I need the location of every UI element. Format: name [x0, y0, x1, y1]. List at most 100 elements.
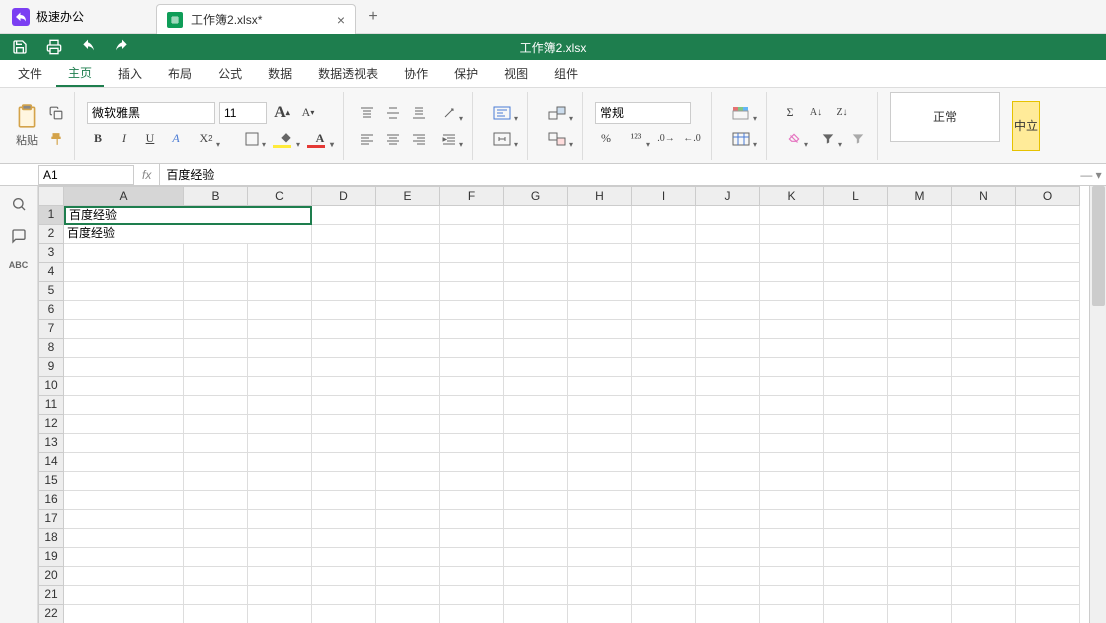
new-tab-button[interactable]: +: [356, 0, 390, 33]
row-header[interactable]: 2: [38, 225, 64, 244]
cell[interactable]: [632, 510, 696, 529]
cell[interactable]: [248, 510, 312, 529]
paste-button[interactable]: 粘贴: [14, 104, 40, 148]
cell[interactable]: [824, 510, 888, 529]
cell[interactable]: [632, 244, 696, 263]
cell[interactable]: [888, 282, 952, 301]
col-header[interactable]: K: [760, 186, 824, 206]
cell[interactable]: [504, 605, 568, 623]
cell[interactable]: [696, 339, 760, 358]
decrease-decimal-icon[interactable]: ←.0: [681, 128, 703, 150]
cell[interactable]: [1016, 415, 1080, 434]
cell[interactable]: [568, 377, 632, 396]
cell[interactable]: [760, 358, 824, 377]
cell[interactable]: [824, 339, 888, 358]
cell[interactable]: [440, 358, 504, 377]
ribbon-tab-0[interactable]: 文件: [6, 61, 54, 86]
cell[interactable]: [248, 567, 312, 586]
insert-cells-icon[interactable]: [540, 102, 574, 124]
col-header[interactable]: I: [632, 186, 696, 206]
cell[interactable]: [184, 567, 248, 586]
col-header[interactable]: G: [504, 186, 568, 206]
cell[interactable]: [440, 225, 504, 244]
cell[interactable]: [760, 415, 824, 434]
cell[interactable]: [888, 434, 952, 453]
cell[interactable]: [64, 567, 184, 586]
increase-decimal-icon[interactable]: .0→: [655, 128, 677, 150]
cell[interactable]: [760, 472, 824, 491]
bold-button[interactable]: B: [87, 128, 109, 150]
row-header[interactable]: 3: [38, 244, 64, 263]
cell[interactable]: [888, 396, 952, 415]
font-size-select[interactable]: [219, 102, 267, 124]
cell[interactable]: [568, 358, 632, 377]
style-neutral[interactable]: 中立: [1012, 101, 1040, 151]
cell[interactable]: [1016, 491, 1080, 510]
cell[interactable]: [888, 548, 952, 567]
cell[interactable]: [504, 377, 568, 396]
col-header[interactable]: A: [64, 186, 184, 206]
cell[interactable]: [440, 339, 504, 358]
cell[interactable]: [376, 415, 440, 434]
cell[interactable]: [760, 396, 824, 415]
cell[interactable]: [632, 358, 696, 377]
cell[interactable]: [632, 301, 696, 320]
cell[interactable]: [888, 453, 952, 472]
cell[interactable]: [632, 434, 696, 453]
cell[interactable]: [184, 472, 248, 491]
cell[interactable]: [632, 529, 696, 548]
cell[interactable]: [632, 396, 696, 415]
border-button[interactable]: [237, 128, 267, 150]
cell[interactable]: [824, 453, 888, 472]
cell[interactable]: [184, 339, 248, 358]
cell[interactable]: [376, 491, 440, 510]
cell[interactable]: [1016, 548, 1080, 567]
cell[interactable]: [760, 377, 824, 396]
cell[interactable]: [64, 586, 184, 605]
cell[interactable]: [440, 510, 504, 529]
cell[interactable]: [888, 244, 952, 263]
cell[interactable]: [632, 225, 696, 244]
font-color-button[interactable]: A: [305, 128, 335, 150]
cell[interactable]: [64, 339, 184, 358]
cell[interactable]: [568, 567, 632, 586]
cell[interactable]: [824, 472, 888, 491]
cell[interactable]: [440, 301, 504, 320]
cell[interactable]: [1016, 377, 1080, 396]
align-center-icon[interactable]: [382, 128, 404, 150]
cell[interactable]: [64, 301, 184, 320]
delete-cells-icon[interactable]: [540, 128, 574, 150]
cell[interactable]: [440, 605, 504, 623]
cell[interactable]: [696, 510, 760, 529]
format-painter-icon[interactable]: [46, 129, 66, 149]
cell[interactable]: [312, 225, 376, 244]
cell[interactable]: [888, 510, 952, 529]
cell[interactable]: [184, 320, 248, 339]
cell[interactable]: [696, 567, 760, 586]
cell[interactable]: [184, 548, 248, 567]
cell[interactable]: [824, 358, 888, 377]
scrollbar-thumb[interactable]: [1092, 186, 1105, 306]
cell[interactable]: [888, 225, 952, 244]
col-header[interactable]: C: [248, 186, 312, 206]
cell[interactable]: [632, 586, 696, 605]
cell[interactable]: [952, 605, 1016, 623]
cell[interactable]: [632, 548, 696, 567]
cell[interactable]: [184, 586, 248, 605]
cell[interactable]: [504, 339, 568, 358]
cell[interactable]: [888, 472, 952, 491]
cell[interactable]: [888, 377, 952, 396]
cell[interactable]: [184, 491, 248, 510]
cell[interactable]: [1016, 567, 1080, 586]
col-header[interactable]: F: [440, 186, 504, 206]
cell[interactable]: [440, 586, 504, 605]
cell[interactable]: [440, 396, 504, 415]
cell[interactable]: [760, 491, 824, 510]
cell[interactable]: [952, 415, 1016, 434]
cell[interactable]: [504, 434, 568, 453]
cell[interactable]: [376, 377, 440, 396]
cell[interactable]: [376, 396, 440, 415]
cell[interactable]: [952, 586, 1016, 605]
row-header[interactable]: 13: [38, 434, 64, 453]
cell[interactable]: [568, 548, 632, 567]
